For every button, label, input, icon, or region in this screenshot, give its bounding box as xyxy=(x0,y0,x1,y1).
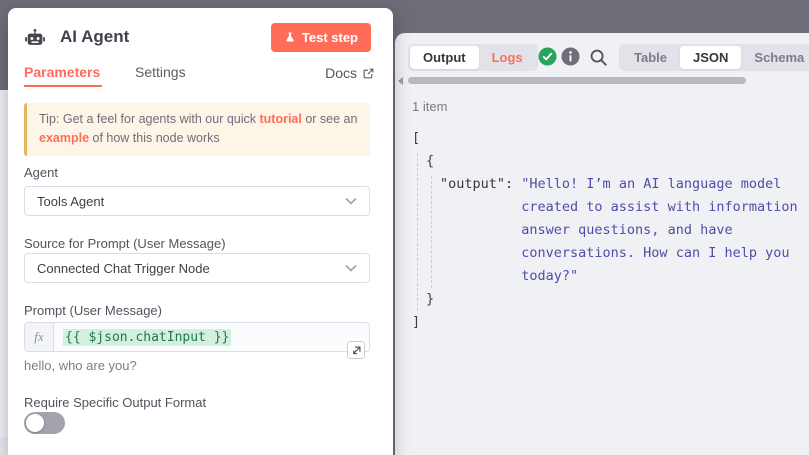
tab-logs[interactable]: Logs xyxy=(479,46,536,69)
prompt-field-label: Prompt (User Message) xyxy=(24,303,162,318)
json-line: ] xyxy=(395,311,809,334)
tab-settings[interactable]: Settings xyxy=(135,64,186,80)
tutorial-link[interactable]: tutorial xyxy=(259,112,301,126)
flask-icon xyxy=(284,31,296,44)
expand-expression-button[interactable] xyxy=(347,341,365,359)
chevron-down-icon xyxy=(345,264,357,272)
indent-guide xyxy=(417,153,418,311)
tip-callout: Tip: Get a feel for agents with our quic… xyxy=(24,103,370,156)
json-line: { xyxy=(395,150,809,173)
horizontal-scrollbar[interactable] xyxy=(408,77,746,84)
node-title: AI Agent xyxy=(60,27,129,47)
display-mode-switcher: Table JSON Schema xyxy=(619,44,809,71)
json-line: conversations. How can I help you xyxy=(395,242,809,265)
info-icon[interactable] xyxy=(561,47,580,66)
source-select[interactable]: Connected Chat Trigger Node xyxy=(24,253,370,283)
expression-value[interactable]: {{ $json.chatInput }} xyxy=(54,323,231,351)
indent-guide xyxy=(431,176,432,288)
output-panel-controls: Output Logs Table JSON Schema xyxy=(395,44,809,72)
json-line: created to assist with information xyxy=(395,196,809,219)
agent-select[interactable]: Tools Agent xyxy=(24,186,370,216)
items-count: 1 item xyxy=(412,99,447,114)
prompt-expression-input[interactable]: fx {{ $json.chatInput }} xyxy=(24,322,370,352)
json-line: "output": "Hello! I’m an AI language mode… xyxy=(395,173,809,196)
background-panel-edge xyxy=(0,437,8,455)
json-line: today?" xyxy=(395,265,809,288)
tab-json[interactable]: JSON xyxy=(680,46,741,69)
tab-schema[interactable]: Schema xyxy=(741,46,809,69)
docs-link[interactable]: Docs xyxy=(325,65,375,81)
search-icon[interactable] xyxy=(589,48,608,67)
ndv-overlay: Output Logs Table JSON Schema 1 item xyxy=(0,0,809,455)
node-header: AI Agent Test step xyxy=(24,23,377,55)
output-panel: Output Logs Table JSON Schema 1 item xyxy=(395,33,809,455)
json-line: answer questions, and have xyxy=(395,219,809,242)
json-value: "Hello! I’m an AI language model xyxy=(521,176,781,192)
output-logs-switcher: Output Logs xyxy=(408,44,538,71)
scroll-left-arrow-icon[interactable] xyxy=(397,77,405,85)
robot-icon xyxy=(24,28,46,50)
tab-table[interactable]: Table xyxy=(621,46,680,69)
background-panel-edge xyxy=(0,90,8,437)
tab-output[interactable]: Output xyxy=(410,46,479,69)
agent-field-label: Agent xyxy=(24,165,58,180)
output-format-toggle[interactable] xyxy=(24,412,65,434)
output-format-label: Require Specific Output Format xyxy=(24,395,206,410)
source-field-label: Source for Prompt (User Message) xyxy=(24,236,226,251)
json-line: [ xyxy=(395,127,809,150)
toggle-knob xyxy=(26,414,44,432)
chevron-down-icon xyxy=(345,197,357,205)
tab-parameters[interactable]: Parameters xyxy=(24,64,100,80)
fx-badge: fx xyxy=(25,323,54,351)
node-settings-panel: AI Agent Test step Parameters Settings D… xyxy=(8,8,393,455)
json-output-view: [ { "output": "Hello! I’m an AI language … xyxy=(395,127,809,334)
external-link-icon xyxy=(362,67,375,80)
success-check-icon xyxy=(538,47,557,66)
expand-icon xyxy=(351,345,362,356)
expression-preview: hello, who are you? xyxy=(24,358,137,373)
settings-tabs: Parameters Settings Docs xyxy=(24,64,377,90)
test-step-button[interactable]: Test step xyxy=(271,23,371,52)
json-line: } xyxy=(395,288,809,311)
json-key: "output": xyxy=(440,176,513,192)
example-link[interactable]: example xyxy=(39,131,89,145)
